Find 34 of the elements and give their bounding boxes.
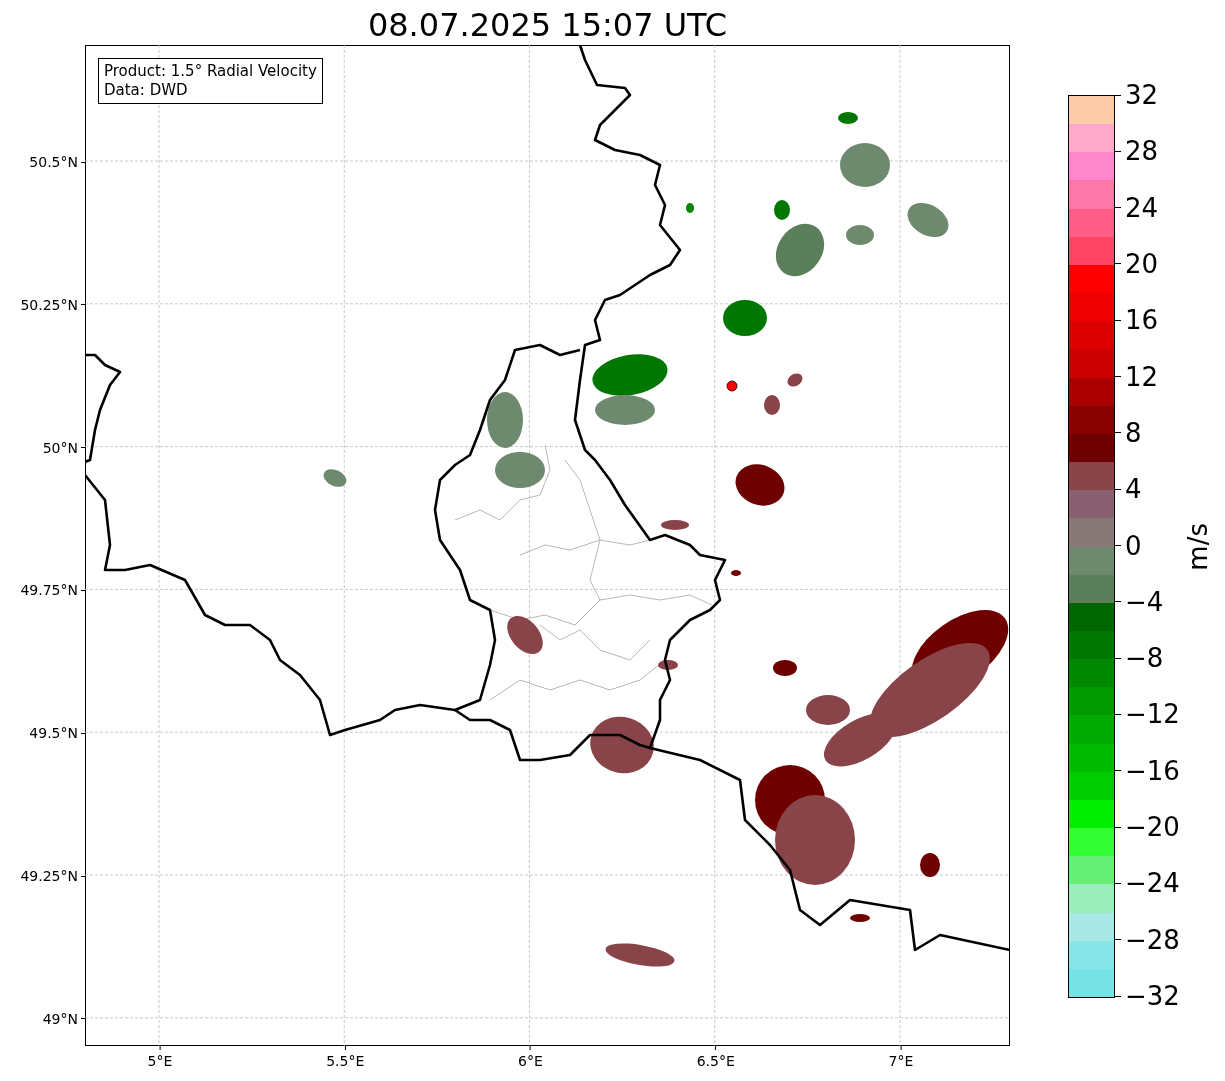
colorbar-tick-label: −24 [1125, 868, 1180, 899]
colorbar-tick-label: 12 [1125, 361, 1159, 392]
y-tick-label: 49°N [42, 1010, 78, 1027]
y-tick-label: 50.25°N [20, 296, 78, 313]
x-tick-label: 5°E [147, 1053, 173, 1069]
colorbar-tick-label: −32 [1125, 981, 1180, 1011]
colorbar-tick-label: −28 [1125, 924, 1180, 955]
y-tick-label: 50°N [42, 439, 78, 456]
y-tick-label: 49.5°N [29, 725, 78, 742]
colorbar-tick-label: −4 [1125, 586, 1164, 617]
colorbar-tick-label: 16 [1125, 305, 1159, 336]
colorbar-tick-label: 32 [1125, 80, 1159, 110]
colorbar-tick-label: 4 [1125, 474, 1142, 505]
colorbar-label: m/s [1183, 522, 1213, 571]
radar-site-marker [726, 380, 738, 392]
colorbar-tick-label: 24 [1125, 192, 1159, 223]
y-tick-label: 49.25°N [20, 868, 78, 884]
colorbar-tick-label: −16 [1125, 755, 1180, 786]
legend-text: Data: DWD [104, 81, 189, 100]
colorbar-tick-label: 0 [1125, 530, 1142, 561]
colorbar-tick-label: −8 [1125, 643, 1164, 674]
y-tick-label: 49.75°N [20, 582, 78, 599]
colorbar-tick-label: 8 [1125, 417, 1142, 448]
chart-title: 08.07.2025 15:07 UTC [366, 5, 729, 45]
x-tick-label: 7°E [888, 1053, 914, 1069]
x-tick-label: 6°E [518, 1053, 543, 1069]
y-tick-label: 50.5°N [29, 154, 78, 170]
colorbar-tick-label: −20 [1125, 812, 1180, 843]
colorbar-tick-label: 20 [1125, 248, 1159, 279]
x-tick-label: 5.5°E [326, 1053, 365, 1069]
colorbar-tick-label: 28 [1125, 136, 1159, 167]
x-tick-label: 6.5°E [696, 1053, 735, 1069]
legend-text: Product: 1.5° Radial Velocity [104, 62, 317, 81]
colorbar-tick-label: −12 [1125, 699, 1180, 730]
